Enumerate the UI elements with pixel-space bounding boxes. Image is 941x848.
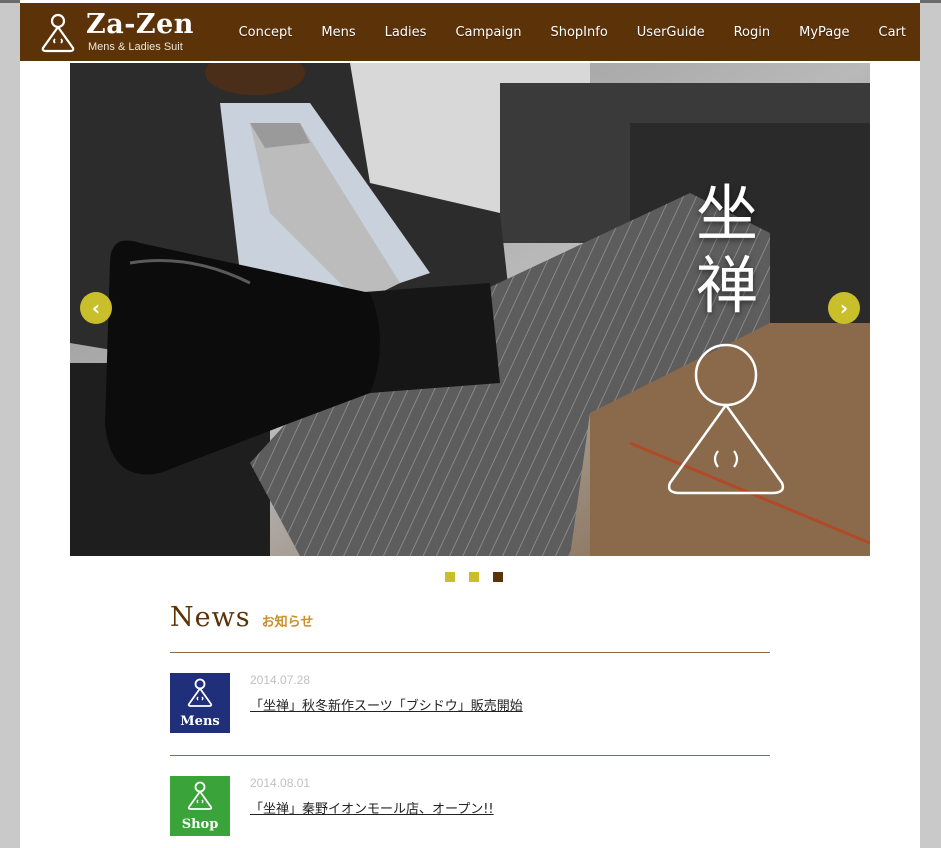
slider-dot-3[interactable] — [493, 572, 503, 582]
news-title: News — [170, 602, 251, 633]
zazen-badge-icon — [187, 678, 213, 707]
chevron-right-icon: › — [839, 296, 849, 320]
category-badge-mens[interactable]: Mens — [170, 673, 230, 733]
nav-concept[interactable]: Concept — [239, 25, 293, 40]
news-heading: News お知らせ — [170, 602, 313, 633]
zazen-logo-icon — [41, 13, 75, 53]
nav-campaign[interactable]: Campaign — [455, 25, 521, 40]
slider-pagination — [445, 572, 517, 582]
news-subtitle: お知らせ — [261, 615, 314, 630]
news-date: 2014.07.28 — [250, 673, 311, 687]
chevron-left-icon: ‹ — [91, 296, 101, 320]
logo-subtitle: Mens & Ladies Suit — [88, 41, 183, 53]
logo-title: Za-Zen — [86, 9, 194, 40]
news-link[interactable]: 「坐禅」秋冬新作スーツ「ブシドウ」販売開始 — [250, 695, 523, 714]
nav-cart[interactable]: Cart — [879, 25, 907, 40]
news-item: Shop 2014.08.01 「坐禅」秦野イオンモール店、オープン!! — [170, 776, 770, 838]
nav-userguide[interactable]: UserGuide — [637, 25, 705, 40]
main-nav: Concept Mens Ladies Campaign ShopInfo Us… — [210, 3, 906, 61]
nav-mypage[interactable]: MyPage — [799, 25, 849, 40]
news-divider — [170, 652, 770, 653]
slider-dot-2[interactable] — [469, 572, 479, 582]
news-link[interactable]: 「坐禅」秦野イオンモール店、オープン!! — [250, 798, 494, 817]
slider-next-button[interactable]: › — [828, 292, 860, 324]
nav-login[interactable]: Rogin — [734, 25, 771, 40]
nav-ladies[interactable]: Ladies — [385, 25, 427, 40]
category-label: Shop — [181, 817, 219, 832]
hero-kanji-zen: 禅 — [695, 249, 758, 322]
news-item: Mens 2014.07.28 「坐禅」秋冬新作スーツ「ブシドウ」販売開始 — [170, 673, 770, 735]
site-logo[interactable]: Za-Zen Mens & Ladies Suit — [40, 9, 210, 55]
hero-kanji: 坐 禅 — [692, 178, 762, 322]
zazen-badge-icon — [187, 781, 213, 810]
nav-mens[interactable]: Mens — [321, 25, 355, 40]
hero-slider: 坐 禅 ‹ › — [70, 63, 870, 556]
hero-kanji-za: 坐 — [695, 177, 758, 250]
nav-shopinfo[interactable]: ShopInfo — [550, 25, 607, 40]
news-date: 2014.08.01 — [250, 776, 311, 790]
site-header: Za-Zen Mens & Ladies Suit Concept Mens L… — [20, 3, 920, 61]
slider-dot-1[interactable] — [445, 572, 455, 582]
category-badge-shop[interactable]: Shop — [170, 776, 230, 836]
slider-prev-button[interactable]: ‹ — [80, 292, 112, 324]
news-divider — [170, 755, 770, 756]
category-label: Mens — [180, 714, 220, 729]
